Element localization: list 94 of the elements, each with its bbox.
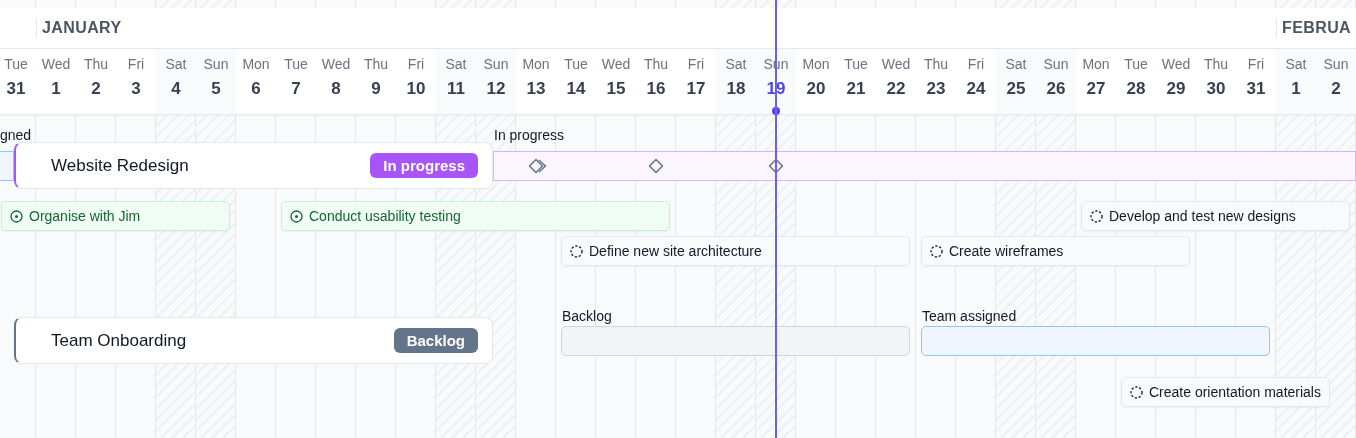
weekday-label: Thu: [643, 56, 669, 72]
date-label: 2: [1331, 79, 1341, 99]
task-bar[interactable]: Organise with Jim: [1, 201, 230, 231]
date-label: 27: [1086, 79, 1106, 99]
project-card[interactable]: Website Redesign In progress: [14, 142, 493, 189]
weekday-label: Mon: [1082, 56, 1110, 72]
status-icon: [570, 244, 583, 258]
weekday-label: Mon: [242, 56, 270, 72]
weekday-label: Tue: [564, 56, 588, 72]
status-badge: In progress: [370, 153, 478, 178]
weekday-label: Tue: [844, 56, 868, 72]
weekday-label: Wed: [321, 56, 351, 72]
status-badge: Backlog: [393, 328, 478, 353]
date-label: 3: [131, 79, 141, 99]
date-label: 1: [51, 79, 61, 99]
phase-bar[interactable]: [921, 326, 1270, 356]
task-bar[interactable]: Create wireframes: [921, 236, 1190, 266]
phase-label: Backlog: [562, 308, 612, 324]
weekday-label: Sun: [1323, 56, 1349, 72]
phase-bar[interactable]: [561, 326, 910, 356]
weekday-label: Tue: [1124, 56, 1148, 72]
project-card[interactable]: Team Onboarding Backlog: [14, 317, 493, 364]
weekday-label: Thu: [83, 56, 109, 72]
date-label: 10: [406, 79, 426, 99]
weekday-label: Fri: [407, 56, 425, 72]
date-label: 14: [566, 79, 586, 99]
phase-bar[interactable]: [0, 151, 14, 181]
phase-label: Team assigned: [922, 308, 1017, 324]
date-label: 13: [526, 79, 546, 99]
date-label: 15: [606, 79, 626, 99]
phase-label: In progress: [494, 127, 565, 143]
weekday-label: Wed: [881, 56, 911, 72]
status-icon: [1130, 385, 1143, 399]
project-title: Website Redesign: [51, 155, 189, 176]
weekday-label: Fri: [687, 56, 705, 72]
weekday-label: Sat: [1005, 56, 1027, 72]
date-label: 6: [251, 79, 261, 99]
weekday-label: Fri: [967, 56, 985, 72]
weekday-label: Tue: [284, 56, 308, 72]
date-label: 12: [486, 79, 506, 99]
weekday-label: Thu: [363, 56, 389, 72]
weekday-label: Mon: [802, 56, 830, 72]
date-label: 9: [371, 79, 381, 99]
date-label: 26: [1046, 79, 1066, 99]
task-bar[interactable]: Create orientation materials: [1121, 377, 1330, 407]
weekday-label: Sat: [1285, 56, 1307, 72]
date-label: 24: [966, 79, 986, 99]
date-label: 4: [171, 79, 181, 99]
weekday-label: Fri: [127, 56, 145, 72]
status-icon: [1090, 209, 1103, 223]
weekday-label: Sat: [165, 56, 187, 72]
phase-label: gned: [0, 127, 32, 143]
weekday-label: Tue: [4, 56, 28, 72]
date-label: 28: [1126, 79, 1146, 99]
date-label: 18: [726, 79, 746, 99]
weekday-label: Sun: [203, 56, 229, 72]
status-icon: [290, 209, 303, 223]
month-label: FEBRUA: [1276, 18, 1356, 38]
date-label: 23: [926, 79, 946, 99]
weekday-label: Sun: [483, 56, 509, 72]
weekday-label: Thu: [923, 56, 949, 72]
project-title: Team Onboarding: [51, 330, 187, 351]
date-label: 29: [1166, 79, 1186, 99]
date-label: 30: [1206, 79, 1226, 99]
milestone-icon[interactable]: [768, 158, 784, 174]
task-bar[interactable]: Define new site architecture: [561, 236, 910, 266]
weekday-label: Wed: [1161, 56, 1191, 72]
weekday-label: Mon: [522, 56, 550, 72]
date-label: 16: [646, 79, 666, 99]
weekday-label: Wed: [41, 56, 71, 72]
date-label: 5: [211, 79, 221, 99]
status-icon: [10, 209, 23, 223]
date-label: 11: [447, 79, 465, 99]
date-label: 20: [806, 79, 826, 99]
date-label: 31: [6, 79, 26, 99]
date-label: 17: [686, 79, 706, 99]
weekday-label: Sat: [445, 56, 467, 72]
date-label: 25: [1006, 79, 1026, 99]
weekday-label: Wed: [601, 56, 631, 72]
weekday-label: Fri: [1247, 56, 1265, 72]
date-label: 7: [291, 79, 301, 99]
date-label: 2: [91, 79, 101, 99]
task-bar[interactable]: Develop and test new designs: [1081, 201, 1350, 231]
date-label: 21: [846, 79, 866, 99]
weekday-label: Thu: [1203, 56, 1229, 72]
task-bar[interactable]: Conduct usability testing: [281, 201, 670, 231]
weekday-label: Sat: [725, 56, 747, 72]
weekday-label: Sun: [1043, 56, 1069, 72]
date-label: 22: [886, 79, 906, 99]
date-label: 31: [1246, 79, 1266, 99]
status-icon: [930, 244, 943, 258]
milestone-icon[interactable]: [648, 158, 664, 174]
date-label: 8: [331, 79, 341, 99]
date-label: 1: [1291, 79, 1301, 99]
